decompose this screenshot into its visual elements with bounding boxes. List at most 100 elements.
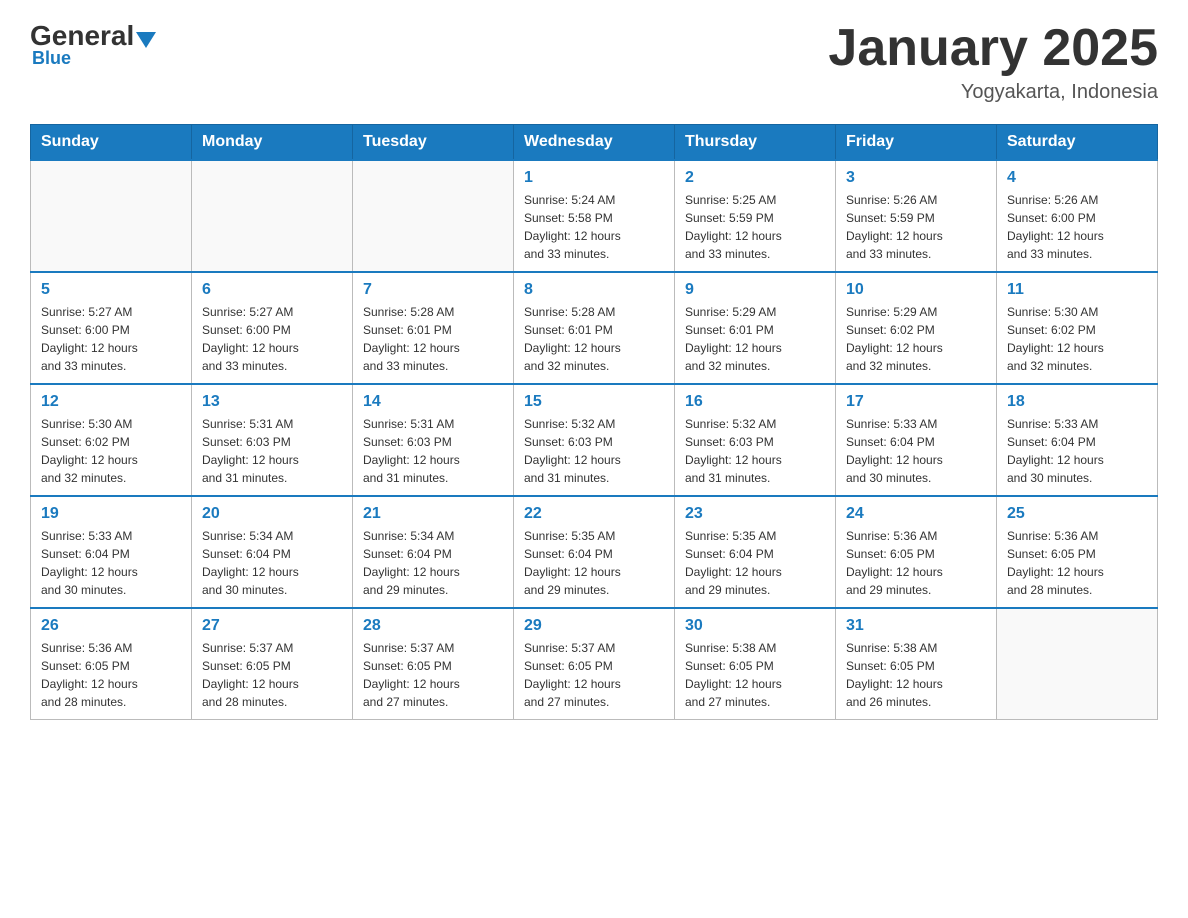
calendar-cell: 25Sunrise: 5:36 AMSunset: 6:05 PMDayligh… — [997, 496, 1158, 608]
calendar-cell: 9Sunrise: 5:29 AMSunset: 6:01 PMDaylight… — [675, 272, 836, 384]
weekday-header-wednesday: Wednesday — [514, 125, 675, 161]
day-number: 19 — [41, 505, 181, 523]
day-number: 30 — [685, 617, 825, 635]
day-info: Sunrise: 5:29 AMSunset: 6:01 PMDaylight:… — [685, 303, 825, 375]
day-number: 5 — [41, 281, 181, 299]
week-row-2: 5 Sunrise: 5:27 AMSunset: 6:00 PMDaylight… — [31, 272, 1158, 384]
day-info: Sunrise: 5:26 AMSunset: 5:59 PMDaylight:… — [846, 191, 986, 263]
calendar-cell: 31Sunrise: 5:38 AMSunset: 6:05 PMDayligh… — [836, 608, 997, 720]
day-number: 17 — [846, 393, 986, 411]
calendar-cell: 11 Sunrise: 5:30 AMSunset: 6:02 PMDayligh… — [997, 272, 1158, 384]
day-number: 13 — [202, 393, 342, 411]
calendar-cell: 23Sunrise: 5:35 AMSunset: 6:04 PMDayligh… — [675, 496, 836, 608]
calendar-table: SundayMondayTuesdayWednesdayThursdayFrid… — [30, 124, 1158, 720]
weekday-header-tuesday: Tuesday — [353, 125, 514, 161]
day-info: Sunrise: 5:30 AMSunset: 6:02 PMDaylight:… — [1007, 303, 1147, 375]
day-number: 4 — [1007, 169, 1147, 187]
day-number: 7 — [363, 281, 503, 299]
day-info: Sunrise: 5:31 AMSunset: 6:03 PMDaylight:… — [363, 415, 503, 487]
week-row-5: 26 Sunrise: 5:36 AMSunset: 6:05 PMDayligh… — [31, 608, 1158, 720]
calendar-cell: 14 Sunrise: 5:31 AMSunset: 6:03 PMDayligh… — [353, 384, 514, 496]
calendar-cell: 2Sunrise: 5:25 AMSunset: 5:59 PMDaylight… — [675, 160, 836, 272]
day-number: 14 — [363, 393, 503, 411]
day-number: 27 — [202, 617, 342, 635]
weekday-header-row: SundayMondayTuesdayWednesdayThursdayFrid… — [31, 125, 1158, 161]
day-number: 21 — [363, 505, 503, 523]
calendar-cell: 3 Sunrise: 5:26 AMSunset: 5:59 PMDaylight… — [836, 160, 997, 272]
day-info: Sunrise: 5:33 AMSunset: 6:04 PMDaylight:… — [846, 415, 986, 487]
day-info: Sunrise: 5:36 AMSunset: 6:05 PMDaylight:… — [1007, 527, 1147, 599]
day-info: Sunrise: 5:35 AMSunset: 6:04 PMDaylight:… — [524, 527, 664, 599]
calendar-cell: 20Sunrise: 5:34 AMSunset: 6:04 PMDayligh… — [192, 496, 353, 608]
calendar-cell — [353, 160, 514, 272]
page-header: General Blue January 2025 Yogyakarta, In… — [30, 20, 1158, 104]
calendar-cell: 21 Sunrise: 5:34 AMSunset: 6:04 PMDayligh… — [353, 496, 514, 608]
calendar-cell: 18 Sunrise: 5:33 AMSunset: 6:04 PMDayligh… — [997, 384, 1158, 496]
day-info: Sunrise: 5:36 AMSunset: 6:05 PMDaylight:… — [41, 639, 181, 711]
calendar-cell: 7 Sunrise: 5:28 AMSunset: 6:01 PMDaylight… — [353, 272, 514, 384]
day-number: 6 — [202, 281, 342, 299]
calendar-cell: 12 Sunrise: 5:30 AMSunset: 6:02 PMDayligh… — [31, 384, 192, 496]
day-info: Sunrise: 5:32 AMSunset: 6:03 PMDaylight:… — [524, 415, 664, 487]
title-block: January 2025 Yogyakarta, Indonesia — [828, 20, 1158, 104]
day-info: Sunrise: 5:37 AMSunset: 6:05 PMDaylight:… — [524, 639, 664, 711]
day-number: 1 — [524, 169, 664, 187]
day-info: Sunrise: 5:27 AMSunset: 6:00 PMDaylight:… — [41, 303, 181, 375]
calendar-cell: 26 Sunrise: 5:36 AMSunset: 6:05 PMDayligh… — [31, 608, 192, 720]
day-number: 16 — [685, 393, 825, 411]
calendar-cell: 29 Sunrise: 5:37 AMSunset: 6:05 PMDayligh… — [514, 608, 675, 720]
day-info: Sunrise: 5:37 AMSunset: 6:05 PMDaylight:… — [363, 639, 503, 711]
calendar-cell: 27 Sunrise: 5:37 AMSunset: 6:05 PMDayligh… — [192, 608, 353, 720]
day-number: 3 — [846, 169, 986, 187]
day-info: Sunrise: 5:27 AMSunset: 6:00 PMDaylight:… — [202, 303, 342, 375]
calendar-cell: 22Sunrise: 5:35 AMSunset: 6:04 PMDayligh… — [514, 496, 675, 608]
weekday-header-monday: Monday — [192, 125, 353, 161]
day-number: 28 — [363, 617, 503, 635]
day-info: Sunrise: 5:32 AMSunset: 6:03 PMDaylight:… — [685, 415, 825, 487]
day-info: Sunrise: 5:28 AMSunset: 6:01 PMDaylight:… — [363, 303, 503, 375]
day-info: Sunrise: 5:36 AMSunset: 6:05 PMDaylight:… — [846, 527, 986, 599]
day-number: 11 — [1007, 281, 1147, 299]
week-row-1: 1 Sunrise: 5:24 AMSunset: 5:58 PMDaylight… — [31, 160, 1158, 272]
day-info: Sunrise: 5:30 AMSunset: 6:02 PMDaylight:… — [41, 415, 181, 487]
day-info: Sunrise: 5:34 AMSunset: 6:04 PMDaylight:… — [202, 527, 342, 599]
day-info: Sunrise: 5:33 AMSunset: 6:04 PMDaylight:… — [41, 527, 181, 599]
day-info: Sunrise: 5:33 AMSunset: 6:04 PMDaylight:… — [1007, 415, 1147, 487]
day-info: Sunrise: 5:31 AMSunset: 6:03 PMDaylight:… — [202, 415, 342, 487]
day-number: 15 — [524, 393, 664, 411]
day-number: 29 — [524, 617, 664, 635]
calendar-subtitle: Yogyakarta, Indonesia — [828, 81, 1158, 104]
weekday-header-friday: Friday — [836, 125, 997, 161]
calendar-cell: 16 Sunrise: 5:32 AMSunset: 6:03 PMDayligh… — [675, 384, 836, 496]
day-info: Sunrise: 5:26 AMSunset: 6:00 PMDaylight:… — [1007, 191, 1147, 263]
day-number: 31 — [846, 617, 986, 635]
logo: General Blue — [30, 20, 158, 69]
day-info: Sunrise: 5:28 AMSunset: 6:01 PMDaylight:… — [524, 303, 664, 375]
calendar-cell: 17 Sunrise: 5:33 AMSunset: 6:04 PMDayligh… — [836, 384, 997, 496]
calendar-cell: 24 Sunrise: 5:36 AMSunset: 6:05 PMDayligh… — [836, 496, 997, 608]
day-info: Sunrise: 5:38 AMSunset: 6:05 PMDaylight:… — [685, 639, 825, 711]
day-number: 26 — [41, 617, 181, 635]
day-number: 24 — [846, 505, 986, 523]
day-info: Sunrise: 5:35 AMSunset: 6:04 PMDaylight:… — [685, 527, 825, 599]
calendar-title: January 2025 — [828, 20, 1158, 77]
day-number: 10 — [846, 281, 986, 299]
logo-blue-text: Blue — [32, 48, 71, 69]
calendar-cell: 5 Sunrise: 5:27 AMSunset: 6:00 PMDaylight… — [31, 272, 192, 384]
calendar-cell: 28 Sunrise: 5:37 AMSunset: 6:05 PMDayligh… — [353, 608, 514, 720]
day-info: Sunrise: 5:25 AMSunset: 5:59 PMDaylight:… — [685, 191, 825, 263]
calendar-cell — [31, 160, 192, 272]
calendar-cell: 10Sunrise: 5:29 AMSunset: 6:02 PMDayligh… — [836, 272, 997, 384]
calendar-cell — [997, 608, 1158, 720]
calendar-cell — [192, 160, 353, 272]
weekday-header-sunday: Sunday — [31, 125, 192, 161]
calendar-cell: 13 Sunrise: 5:31 AMSunset: 6:03 PMDayligh… — [192, 384, 353, 496]
week-row-3: 12 Sunrise: 5:30 AMSunset: 6:02 PMDayligh… — [31, 384, 1158, 496]
day-info: Sunrise: 5:37 AMSunset: 6:05 PMDaylight:… — [202, 639, 342, 711]
day-number: 18 — [1007, 393, 1147, 411]
day-info: Sunrise: 5:34 AMSunset: 6:04 PMDaylight:… — [363, 527, 503, 599]
calendar-cell: 1 Sunrise: 5:24 AMSunset: 5:58 PMDaylight… — [514, 160, 675, 272]
day-number: 12 — [41, 393, 181, 411]
calendar-cell: 4 Sunrise: 5:26 AMSunset: 6:00 PMDaylight… — [997, 160, 1158, 272]
day-info: Sunrise: 5:24 AMSunset: 5:58 PMDaylight:… — [524, 191, 664, 263]
